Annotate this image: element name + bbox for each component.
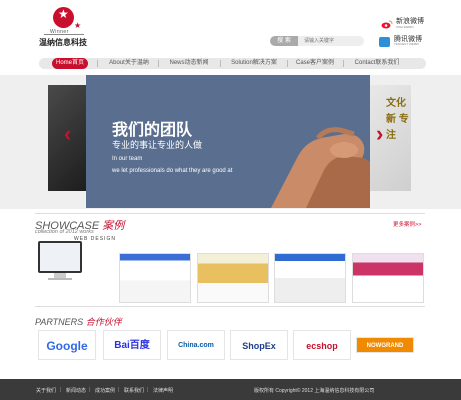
nav-divider <box>287 60 288 67</box>
search-input[interactable] <box>298 36 364 46</box>
banner-subtitle: 专业的事让专业的人做 <box>112 140 203 150</box>
footer-link-legal[interactable]: 法律声明 <box>153 387 173 394</box>
search-button[interactable]: 搜 索 <box>270 36 298 46</box>
case-thumbnail[interactable] <box>274 253 346 303</box>
footer-link-news[interactable]: 新闻动态 <box>66 387 86 394</box>
logo-divider <box>44 34 84 35</box>
case-thumbnail[interactable] <box>119 253 191 303</box>
showcase-title-cn: 案例 <box>102 220 125 232</box>
partner-china-com-logo[interactable]: China.com <box>167 330 225 360</box>
weibo-icon[interactable] <box>381 20 393 29</box>
more-cases-link[interactable]: 更多案例>> <box>393 220 421 228</box>
partners-title: PARTNERS 合作伙伴 <box>35 315 122 328</box>
banner-title: 我们的团队 <box>112 122 193 139</box>
partner-baidu-logo[interactable]: Bai百度 <box>103 330 161 360</box>
small-star-icon: ★ <box>74 21 82 30</box>
monitor-base <box>48 278 72 280</box>
footer-separator: | <box>60 387 62 393</box>
case-thumbnail[interactable] <box>352 253 424 303</box>
nav-solution[interactable]: Solution解决方案 <box>223 58 285 69</box>
star-icon: ★ <box>58 7 69 21</box>
nav-divider <box>97 60 98 67</box>
nav-contact[interactable]: Contact联系我们 <box>348 58 406 69</box>
nav-divider <box>220 60 221 67</box>
partners-title-en: PARTNERS <box>35 317 84 327</box>
nav-case[interactable]: Case客户案例 <box>290 58 340 69</box>
banner-line-2: we let professionals do what they are go… <box>112 168 233 174</box>
copyright: 版权所有 Copyright© 2012 上海温纳信息科技有限公司 <box>254 388 375 394</box>
footer-link-cases[interactable]: 成功案例 <box>95 387 115 394</box>
partner-google-logo[interactable]: Google <box>38 330 96 360</box>
nav-divider <box>158 60 159 67</box>
banner-line-1: In our team <box>112 156 143 162</box>
nav-about[interactable]: About关于温纳 <box>100 58 158 69</box>
section-divider <box>35 213 425 214</box>
monitor-image <box>38 241 82 273</box>
footer-separator: | <box>118 387 120 393</box>
nav-home[interactable]: Home首页 <box>52 58 88 69</box>
weibo-sub-label: SINA WEIBO <box>396 25 414 29</box>
footer-separator: | <box>89 387 91 393</box>
next-arrow-icon[interactable]: › <box>376 120 392 148</box>
tencent-weibo-icon[interactable] <box>379 37 390 47</box>
showcase-subtitle: collection of 2012 works <box>35 229 94 235</box>
partner-ecshop-logo[interactable]: ecshop <box>293 330 351 360</box>
tencent-sub-label: TENCENT WEIBO <box>394 42 419 46</box>
nav-news[interactable]: News动态新闻 <box>161 58 217 69</box>
partner-nowgrand-logo[interactable]: NOWGRAND <box>356 337 414 353</box>
case-thumbnail[interactable] <box>197 253 269 303</box>
footer-link-contact[interactable]: 联系我们 <box>124 387 144 394</box>
prev-arrow-icon[interactable]: ‹ <box>64 120 80 148</box>
handshake-image <box>271 127 370 208</box>
footer-separator: | <box>147 387 149 393</box>
section-divider <box>35 306 425 307</box>
logo-chinese[interactable]: 温纳信息科技 <box>39 37 87 48</box>
footer-link-about[interactable]: 关于我们 <box>36 387 56 394</box>
partner-shopex-logo[interactable]: ShopEx <box>230 330 288 360</box>
nav-divider <box>343 60 344 67</box>
partners-title-cn: 合作伙伴 <box>85 317 122 327</box>
